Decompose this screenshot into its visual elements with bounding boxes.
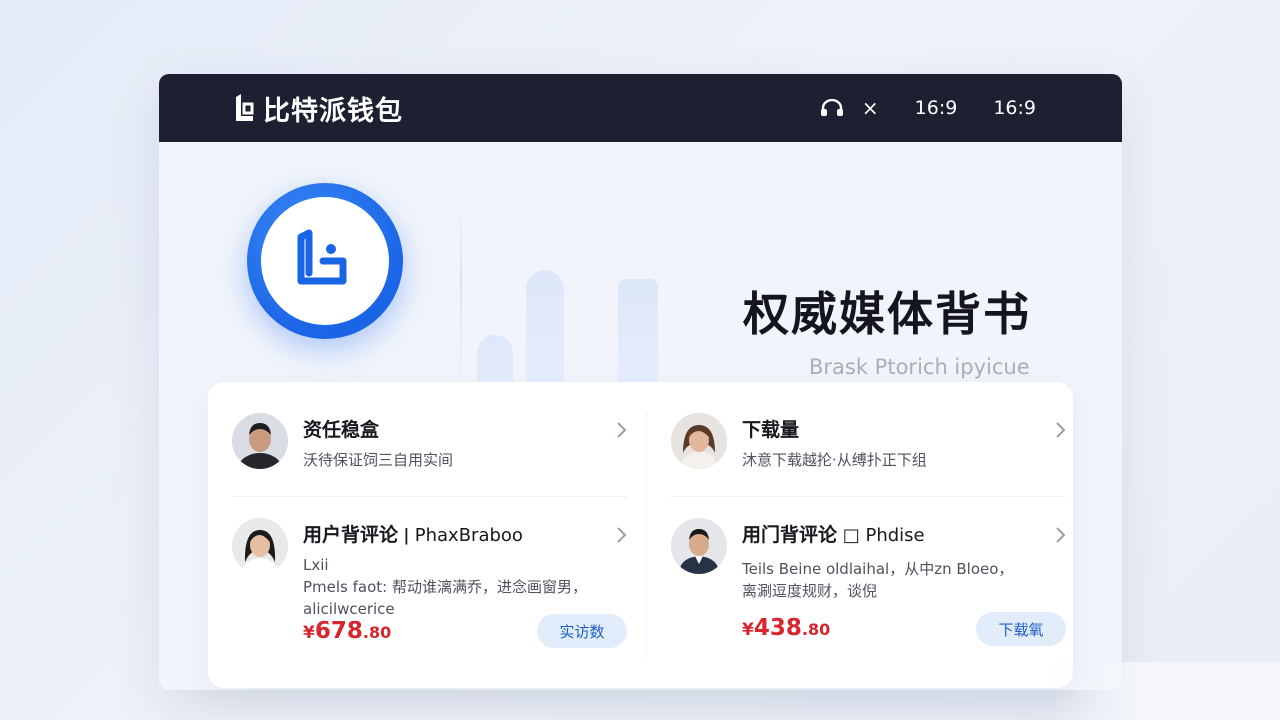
brand[interactable]: 比特派钱包 <box>233 89 403 128</box>
chevron-right-icon <box>1056 527 1066 543</box>
list-item-user-review-2[interactable]: 用门背评论 □ Phdise Teils Beine oldlaihal，从中z… <box>671 518 1066 658</box>
headset-icon[interactable] <box>820 99 844 117</box>
price: ¥438.80 <box>742 615 831 641</box>
item-title: 资任稳盒 <box>303 419 380 441</box>
item-desc: 沐意下载越抡·从缚扑正下组 <box>742 451 927 469</box>
title-bar: 比特派钱包 × 16:9 16:9 <box>159 74 1122 142</box>
title-controls: × 16:9 16:9 <box>820 74 1036 142</box>
hero-subtitle: Brask Ptorich ipyicue <box>809 355 1030 379</box>
bitpie-brand-icon <box>236 94 254 121</box>
decor-divider <box>460 202 462 392</box>
list-item-downloads[interactable]: 下载量 沐意下载越抡·从缚扑正下组 <box>671 413 1066 497</box>
avatar <box>232 413 288 469</box>
person-avatar-icon <box>232 518 288 574</box>
price: ¥678.80 <box>303 618 392 644</box>
item-desc: 沃待保证饲三自用实间 <box>303 451 454 469</box>
bitpie-logo-icon <box>297 229 347 285</box>
avatar <box>232 518 288 574</box>
hero-section: 权威媒体背书 Brask Ptorich ipyicue <box>159 142 1122 393</box>
close-button[interactable]: × <box>862 98 879 118</box>
item-desc: Lxii Pmels faot: 帮动谁漓满乔，进念画窗男， alicilwce… <box>303 556 587 618</box>
chevron-right-icon <box>617 422 627 438</box>
list-item-user-review[interactable]: 用户背评论 ǀ PhaxBraboo Lxii Pmels faot: 帮动谁漓… <box>232 518 627 658</box>
person-avatar-icon <box>671 413 727 469</box>
item-title: 用门背评论 □ Phdise <box>742 524 925 546</box>
column-divider <box>646 412 647 657</box>
decor-bar <box>526 270 564 393</box>
item-title: 用户背评论 ǀ PhaxBraboo <box>303 524 523 546</box>
logo-badge <box>247 183 403 339</box>
decor-bar <box>618 279 658 393</box>
action-button[interactable]: 实访数 <box>537 614 627 648</box>
chevron-right-icon <box>1056 422 1066 438</box>
info-card: 资任稳盒 沃待保证饲三自用实间 下载量 沐意下载越抡·从缚扑正下组 用户背评论 … <box>208 382 1073 688</box>
app-name: 比特派钱包 <box>263 95 403 127</box>
aspect-ratio-toggle-2[interactable]: 16:9 <box>993 97 1036 119</box>
aspect-ratio-toggle-1[interactable]: 16:9 <box>915 97 958 119</box>
corner-fade <box>1050 662 1280 720</box>
item-desc: Teils Beine oldlaihal，从中zn Bloeo， 离涮逗度规财… <box>742 560 1014 600</box>
person-avatar-icon <box>671 518 727 574</box>
chevron-right-icon <box>617 527 627 543</box>
avatar <box>671 413 727 469</box>
person-avatar-icon <box>232 413 288 469</box>
hero-title: 权威媒体背书 <box>743 287 1031 341</box>
avatar <box>671 518 727 574</box>
list-item-trust[interactable]: 资任稳盒 沃待保证饲三自用实间 <box>232 413 627 497</box>
download-button[interactable]: 下载氧 <box>976 612 1066 646</box>
item-title: 下载量 <box>742 419 800 441</box>
